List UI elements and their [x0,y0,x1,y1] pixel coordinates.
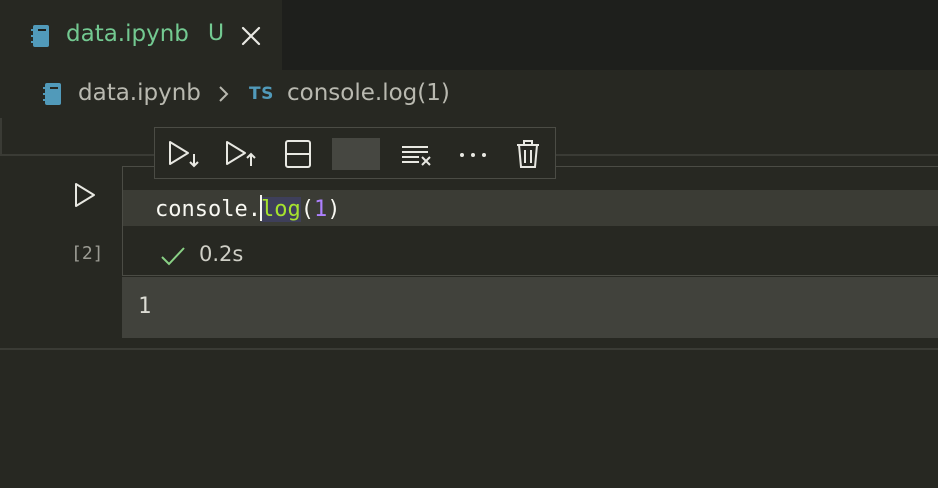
notebook-icon [31,24,51,52]
execution-count: [2] [71,243,104,264]
untracked-badge: U [208,21,225,46]
cell-output [122,277,938,338]
run-above-icon[interactable] [224,138,256,170]
cell-toolbar [154,127,556,179]
tab-bar: data.ipynb U [0,0,938,70]
execution-duration: 0.2s [199,242,244,266]
code-dot: . [247,197,261,222]
clear-output-icon[interactable] [399,138,431,170]
typescript-badge: TS [249,84,274,104]
code-open-paren: ( [300,197,314,222]
check-icon [160,245,186,271]
divider [0,118,2,154]
delete-cell-icon[interactable] [512,138,544,170]
breadcrumb-file[interactable]: data.ipynb [78,80,201,106]
chevron-right-icon [217,85,231,107]
code-argument: 1 [313,197,328,222]
more-actions-icon[interactable] [456,138,488,170]
code-method: log [260,197,301,222]
run-below-icon[interactable] [167,138,199,170]
divider [0,348,938,350]
tab-label: data.ipynb [66,21,189,47]
notebook-editor: data.ipynb U data.ipynb TS console.log(1… [0,0,938,488]
code-line[interactable]: console.log(1) [155,195,340,222]
cell-swatch[interactable] [332,138,380,170]
close-icon[interactable] [240,25,262,47]
run-cell-button[interactable] [72,181,98,209]
breadcrumb: data.ipynb TS console.log(1) [0,70,938,118]
notebook-icon [43,82,63,110]
output-text: 1 [138,294,152,319]
breadcrumb-symbol[interactable]: console.log(1) [287,80,450,106]
code-close-paren: ) [327,197,341,222]
tab-data-ipynb[interactable]: data.ipynb U [0,0,282,70]
split-cell-icon[interactable] [282,138,314,170]
code-object: console [155,197,248,222]
